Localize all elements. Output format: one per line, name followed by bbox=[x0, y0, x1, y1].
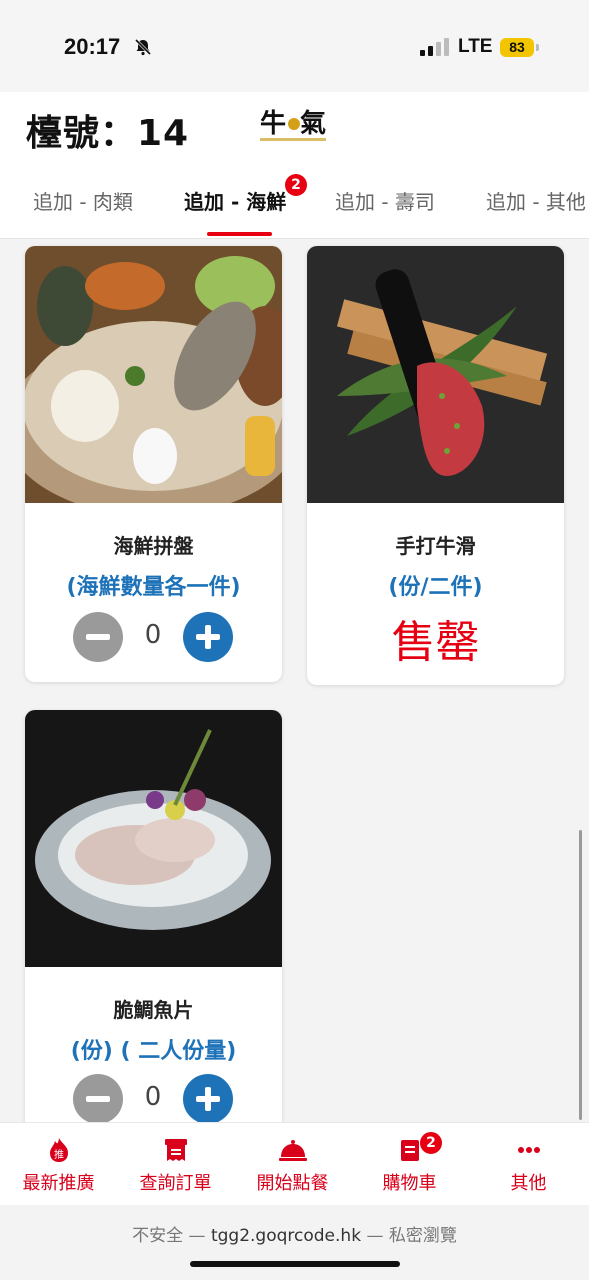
signal-icon bbox=[420, 38, 449, 56]
decrease-button[interactable] bbox=[73, 1074, 123, 1124]
product-image bbox=[307, 246, 564, 503]
minus-icon bbox=[86, 634, 110, 640]
svg-text:氣: 氣 bbox=[300, 108, 326, 139]
minus-icon bbox=[86, 1096, 110, 1102]
cloche-icon bbox=[279, 1140, 307, 1161]
increase-button[interactable] bbox=[183, 1074, 233, 1124]
product-image bbox=[25, 710, 282, 967]
status-bar: 20:17 LTE 83 bbox=[0, 0, 589, 92]
product-name: 脆鯛魚片 bbox=[113, 998, 194, 1022]
product-image bbox=[25, 246, 282, 503]
svg-text:推: 推 bbox=[54, 1148, 64, 1161]
scrollbar[interactable] bbox=[579, 830, 582, 1120]
battery-icon: 83 bbox=[500, 38, 534, 57]
restaurant-logo: 牛 氣 bbox=[260, 108, 326, 141]
decrease-button[interactable] bbox=[73, 612, 123, 662]
status-time: 20:17 bbox=[64, 34, 121, 59]
nav-cart[interactable]: 2 購物車 bbox=[351, 1123, 468, 1205]
tab-seafood-badge: 2 bbox=[285, 174, 307, 196]
nav-label: 購物車 bbox=[382, 1173, 437, 1194]
tab-sushi[interactable]: 追加 - 壽司 bbox=[335, 186, 435, 215]
cart-count-badge: 2 bbox=[419, 1131, 443, 1155]
url-display[interactable]: 不安全 — tgg2.goqrcode.hk — 私密瀏覽 bbox=[0, 1221, 589, 1246]
increase-button[interactable] bbox=[183, 612, 233, 662]
nav-order-history[interactable]: 查詢訂單 bbox=[117, 1123, 234, 1205]
quantity-value: 0 bbox=[144, 1082, 162, 1112]
nav-promotions[interactable]: 推 最新推廣 bbox=[0, 1123, 117, 1205]
quantity-stepper: 0 bbox=[25, 1074, 282, 1126]
product-card: 脆鯛魚片 (份) ( 二人份量) 0 bbox=[25, 710, 282, 1130]
more-icon bbox=[518, 1147, 540, 1153]
nav-label: 查詢訂單 bbox=[139, 1173, 212, 1194]
product-card: 手打牛滑 (份/二件) 售罄 bbox=[307, 246, 564, 685]
active-tab-indicator bbox=[207, 232, 272, 236]
svg-text:牛: 牛 bbox=[260, 109, 286, 139]
product-note: (海鮮數量各一件) bbox=[66, 575, 241, 600]
silent-bell-icon bbox=[134, 38, 152, 56]
product-card: 海鮮拼盤 (海鮮數量各一件) 0 bbox=[25, 246, 282, 682]
bottom-navigation: 推 最新推廣 查詢訂單 開始點餐 2 購物車 其他 bbox=[0, 1122, 589, 1205]
nav-start-order[interactable]: 開始點餐 bbox=[234, 1123, 351, 1205]
nav-label: 其他 bbox=[510, 1173, 547, 1194]
nav-label: 最新推廣 bbox=[22, 1173, 95, 1194]
network-type: LTE bbox=[458, 36, 493, 57]
home-indicator[interactable] bbox=[190, 1261, 400, 1267]
battery-tip bbox=[536, 44, 539, 51]
url-domain: tgg2.goqrcode.hk bbox=[210, 1226, 362, 1246]
sold-out-label: 售罄 bbox=[391, 617, 480, 668]
table-number: 檯號：14 bbox=[26, 113, 190, 154]
fire-icon: 推 bbox=[50, 1138, 68, 1162]
tab-seafood[interactable]: 追加 - 海鮮 bbox=[184, 186, 286, 215]
product-name: 手打牛滑 bbox=[395, 534, 476, 558]
nav-label: 開始點餐 bbox=[256, 1173, 329, 1194]
header: 檯號：14 牛 氣 追加 - 肉類 追加 - 海鮮 追加 - 壽司 追加 - 其… bbox=[0, 92, 589, 239]
quantity-value: 0 bbox=[144, 620, 162, 650]
product-note: (份/二件) bbox=[388, 575, 483, 600]
nav-more[interactable]: 其他 bbox=[470, 1123, 587, 1205]
security-label: 不安全 — bbox=[132, 1226, 211, 1246]
tab-other[interactable]: 追加 - 其他 bbox=[486, 186, 586, 215]
private-mode-label: — 私密瀏覽 bbox=[361, 1226, 457, 1246]
product-note: (份) ( 二人份量) bbox=[70, 1039, 237, 1064]
quantity-stepper: 0 bbox=[25, 612, 282, 664]
browser-address-bar[interactable]: 不安全 — tgg2.goqrcode.hk — 私密瀏覽 bbox=[0, 1205, 589, 1280]
receipt-icon bbox=[165, 1139, 187, 1161]
product-name: 海鮮拼盤 bbox=[113, 534, 194, 558]
tab-meat[interactable]: 追加 - 肉類 bbox=[33, 186, 133, 215]
